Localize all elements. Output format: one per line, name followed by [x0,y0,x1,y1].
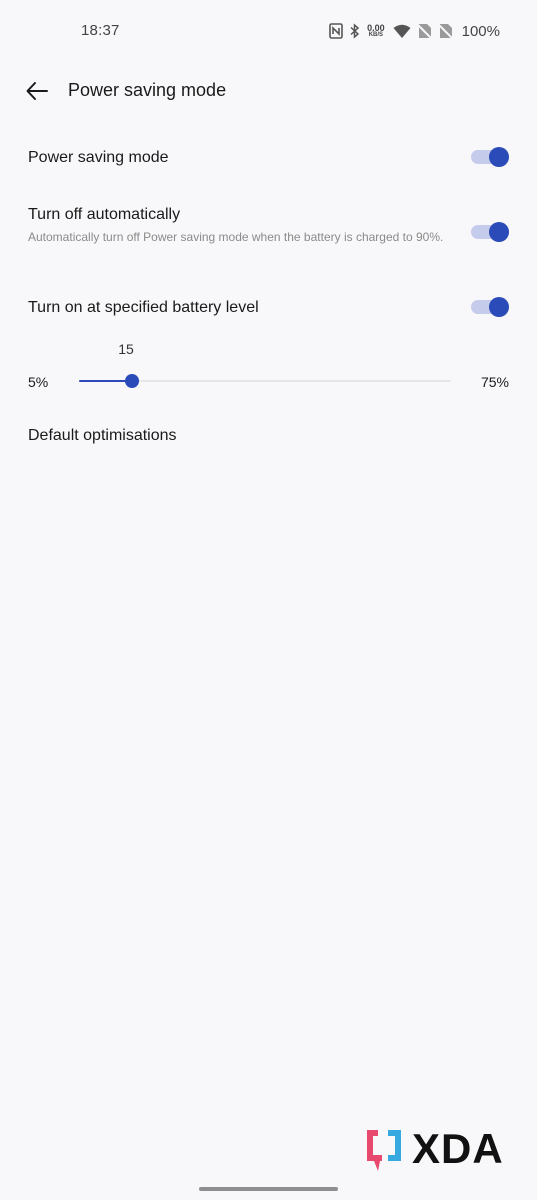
app-bar: Power saving mode [0,70,537,112]
net-speed-value: 0.00 [367,22,385,33]
screen: 18:37 0.00 KB/S 100% Power saving mode P… [0,0,537,1200]
slider-min-label: 5% [28,374,49,390]
turn-on-level-toggle[interactable] [471,297,509,317]
default-optimisations-item[interactable]: Default optimisations [28,427,177,445]
no-sim-icon [438,23,453,39]
page-title: Power saving mode [68,80,227,100]
turn-off-auto-toggle[interactable] [471,222,509,242]
turn-off-auto-description: Automatically turn off Power saving mode… [28,230,444,244]
xda-watermark: XDA [364,1127,528,1175]
xda-logo-icon [367,1130,401,1171]
toggle-thumb [489,222,509,242]
power-saving-toggle[interactable] [471,147,509,167]
wifi-icon [393,24,411,39]
turn-on-level-label: Turn on at specified battery level [28,299,259,316]
status-icons: 0.00 KB/S 100% [329,22,500,40]
turn-off-auto-label: Turn off automatically [28,206,181,223]
battery-percent: 100% [461,22,500,40]
slider-value-label: 15 [118,341,134,357]
slider-max-label: 75% [480,374,509,390]
toggle-thumb [489,297,509,317]
status-bar: 18:37 0.00 KB/S 100% [0,0,537,62]
power-saving-label: Power saving mode [28,149,169,166]
net-speed: 0.00 KB/S [367,22,385,39]
nfc-icon [329,23,343,39]
watermark-text: XDA [412,1125,504,1172]
gesture-nav-handle[interactable] [199,1187,338,1191]
battery-level-slider[interactable] [79,372,451,390]
no-sim-icon [417,23,432,39]
toggle-thumb [489,147,509,167]
net-speed-unit: KB/S [368,31,384,38]
slider-thumb[interactable] [125,374,139,388]
arrow-left-icon [26,82,48,100]
bluetooth-icon [350,23,360,39]
back-button[interactable] [22,76,52,106]
status-time: 18:37 [81,22,120,39]
